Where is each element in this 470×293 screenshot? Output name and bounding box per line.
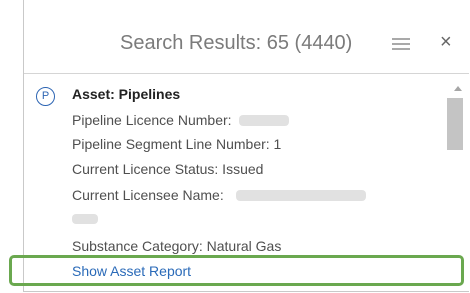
substance-category-field: Substance Category: Natural Gas	[72, 238, 282, 254]
list-icon[interactable]	[392, 38, 410, 52]
list-icon-line	[392, 43, 410, 45]
pipeline-badge-icon: P	[36, 87, 55, 106]
scroll-up-arrow-icon[interactable]	[454, 86, 462, 91]
pipeline-segment-line-number-field: Pipeline Segment Line Number: 1	[72, 136, 282, 152]
result-title: Asset: Pipelines	[72, 86, 181, 102]
search-results-panel: Search Results: 65 (4440) × P Asset: Pip…	[23, 0, 469, 292]
close-icon[interactable]: ×	[440, 32, 452, 52]
screenshot-frame: Search Results: 65 (4440) × P Asset: Pip…	[0, 0, 470, 293]
redacted-value	[239, 115, 290, 126]
panel-header: Search Results: 65 (4440) ×	[24, 0, 469, 74]
field-label: Pipeline Licence Number:	[72, 112, 232, 128]
redacted-value	[235, 190, 366, 201]
highlight-outline	[9, 255, 464, 286]
search-results-title: Search Results: 65 (4440)	[120, 32, 353, 54]
field-label: Current Licensee Name:	[72, 187, 224, 203]
pipeline-licence-number-field: Pipeline Licence Number:	[72, 112, 290, 128]
redacted-value-continuation	[72, 214, 98, 224]
current-licensee-name-field: Current Licensee Name:	[72, 187, 366, 203]
list-icon-line	[392, 38, 410, 40]
current-licence-status-field: Current Licence Status: Issued	[72, 161, 264, 177]
list-icon-line	[392, 48, 410, 50]
scrollbar-thumb[interactable]	[447, 98, 463, 150]
